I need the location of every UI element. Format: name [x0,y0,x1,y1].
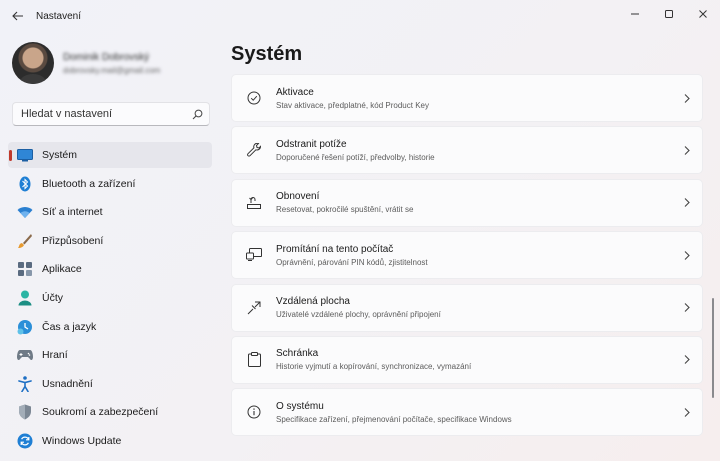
sidebar-item-windows-update[interactable]: Windows Update [8,428,212,454]
shield-icon [16,403,34,421]
chevron-right-icon [672,407,702,417]
profile-name: Dominik Dobrovský [63,51,150,63]
sidebar-item-label: Soukromí a zabezpečení [42,406,159,419]
close-icon [699,10,707,18]
main-content: Systém Aktivace Stav aktivace, předplatn… [222,32,720,461]
scrollbar[interactable] [712,298,714,398]
sidebar-item-system[interactable]: Systém [8,142,212,168]
sidebar-item-network[interactable]: Síť a internet [8,199,212,225]
card-title: Promítání na tento počítač [276,243,394,255]
chevron-right-icon [672,250,702,260]
sidebar-item-label: Windows Update [42,434,122,447]
chevron-right-icon [672,198,702,208]
sidebar-item-apps[interactable]: Aplikace [8,256,212,282]
user-profile[interactable]: Dominik Dobrovský dobrovsky.mail@gmail.c… [12,42,160,84]
search-input[interactable] [21,108,185,120]
card-activation[interactable]: Aktivace Stav aktivace, předplatné, kód … [231,74,703,122]
maximize-button[interactable] [652,0,686,28]
card-subtitle: Resetovat, pokročilé spuštění, vrátit se [276,205,414,215]
recovery-icon [232,196,276,210]
card-title: Aktivace [276,86,314,98]
sidebar-item-label: Aplikace [42,263,82,276]
projection-icon [232,248,276,262]
minimize-button[interactable] [618,0,652,28]
card-recovery[interactable]: Obnovení Resetovat, pokročilé spuštění, … [231,178,703,227]
gamepad-icon [16,346,34,364]
card-subtitle: Historie vyjmutí a kopírování, synchroni… [276,362,472,372]
sidebar-item-label: Hraní [42,349,68,362]
sidebar-item-personalization[interactable]: Přizpůsobení [8,228,212,254]
sidebar-item-label: Přizpůsobení [42,234,104,247]
card-projection[interactable]: Promítání na tento počítač Oprávnění, pá… [231,231,703,280]
card-remote-desktop[interactable]: Vzdálená plocha Uživatelé vzdálené ploch… [231,283,703,332]
card-subtitle: Stav aktivace, předplatné, kód Product K… [276,100,429,110]
profile-email: dobrovsky.mail@gmail.com [63,65,161,75]
time-language-icon [16,318,34,336]
card-subtitle: Specifikace zařízení, přejmenování počít… [276,414,512,424]
sidebar-item-accessibility[interactable]: Usnadnění [8,371,212,397]
sidebar-item-bluetooth[interactable]: Bluetooth a zařízení [8,171,212,197]
brush-icon [16,232,34,250]
card-title: Schránka [276,348,319,360]
avatar [12,42,54,84]
apps-icon [16,260,34,278]
card-about[interactable]: O systému Specifikace zařízení, přejmeno… [231,388,703,437]
activation-check-icon [232,91,276,105]
sidebar-item-label: Usnadnění [42,377,93,390]
search-icon[interactable] [185,109,209,120]
chevron-right-icon [672,146,702,155]
close-button[interactable] [686,0,720,28]
wifi-icon [16,203,34,221]
sidebar-item-label: Systém [42,149,78,161]
back-arrow-icon [12,8,24,24]
settings-list: Aktivace Stav aktivace, předplatné, kód … [231,74,703,441]
card-troubleshoot[interactable]: Odstranit potíže Doporučené řešení potíž… [231,126,703,175]
accessibility-icon [16,375,34,393]
bluetooth-icon [16,175,34,193]
chevron-right-icon [672,93,702,103]
remote-desktop-icon [232,301,276,315]
chevron-right-icon [672,303,702,312]
sidebar-item-label: Čas a jazyk [42,320,97,333]
sidebar-item-gaming[interactable]: Hraní [8,342,212,368]
window-controls [618,0,720,28]
card-title: O systému [276,400,324,412]
sidebar-item-accounts[interactable]: Účty [8,285,212,311]
card-clipboard[interactable]: Schránka Historie vyjmutí a kopírování, … [231,335,703,384]
sidebar-item-label: Síť a internet [42,206,103,219]
page-title: Systém [231,43,303,65]
maximize-icon [665,10,673,18]
card-title: Vzdálená plocha [276,296,350,308]
card-subtitle: Uživatelé vzdálené plochy, oprávnění při… [276,310,441,320]
system-icon [16,146,34,164]
card-title: Odstranit potíže [276,138,347,150]
account-icon [16,289,34,307]
sidebar-item-privacy[interactable]: Soukromí a zabezpečení [8,399,212,425]
app-title: Nastavení [36,10,82,22]
card-subtitle: Doporučené řešení potíží, předvolby, his… [276,152,435,162]
sidebar-nav: Systém Bluetooth a zařízení Síť a intern… [8,142,212,457]
info-icon [232,405,276,419]
back-button[interactable] [2,0,34,32]
card-subtitle: Oprávnění, párování PIN kódů, zjistiteln… [276,257,428,267]
chevron-right-icon [672,355,702,365]
minimize-icon [631,13,639,15]
wrench-icon [232,142,276,158]
sidebar-item-time-language[interactable]: Čas a jazyk [8,314,212,340]
sidebar-item-label: Účty [42,291,63,304]
card-title: Obnovení [276,191,320,203]
update-icon [16,432,34,450]
sidebar: Dominik Dobrovský dobrovsky.mail@gmail.c… [0,32,222,461]
title-bar: Nastavení [0,0,720,32]
sidebar-item-label: Bluetooth a zařízení [42,177,136,190]
search-box [12,102,210,126]
clipboard-icon [232,352,276,368]
